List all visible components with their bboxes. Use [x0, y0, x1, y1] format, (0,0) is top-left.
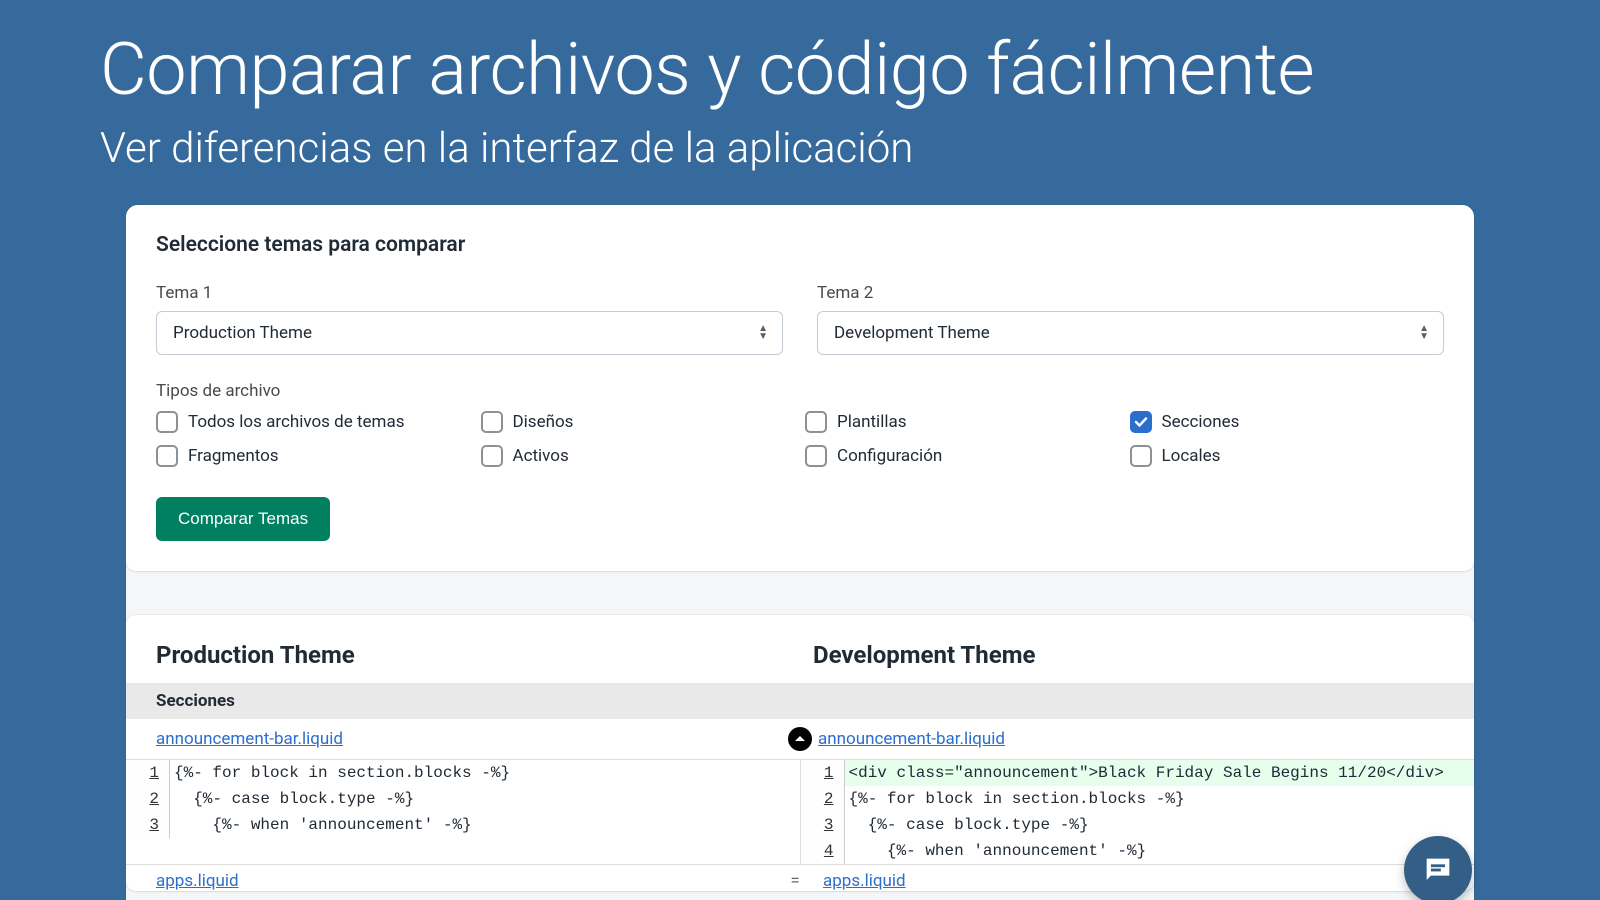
chat-fab-button[interactable]	[1404, 836, 1472, 900]
diff-left-column: 1{%- for block in section.blocks -%}2 {%…	[126, 760, 801, 864]
theme2-select[interactable]: Development Theme ▲▼	[817, 311, 1444, 355]
line-number: 2	[126, 786, 170, 812]
app-frame: Seleccione temas para comparar Tema 1 Pr…	[126, 205, 1474, 900]
code-text: {%- for block in section.blocks -%}	[170, 760, 800, 786]
checkbox-box	[805, 411, 827, 433]
diff-view: 1{%- for block in section.blocks -%}2 {%…	[126, 759, 1474, 865]
checkbox-label: Fragmentos	[188, 446, 279, 466]
line-number: 3	[801, 812, 845, 838]
checkbox-box	[1130, 445, 1152, 467]
theme2-value: Development Theme	[834, 323, 990, 343]
line-number: 4	[801, 838, 845, 864]
code-line: 2{%- for block in section.blocks -%}	[801, 786, 1475, 812]
code-line: 3 {%- case block.type -%}	[801, 812, 1475, 838]
results-section-bar: Secciones	[126, 683, 1474, 719]
chat-icon	[1421, 853, 1455, 887]
checkbox-box	[481, 411, 503, 433]
filetype-checkbox[interactable]: Todos los archivos de temas	[156, 411, 471, 433]
results-left-title: Production Theme	[156, 641, 787, 669]
checkbox-box	[156, 411, 178, 433]
results-card: Production Theme Development Theme Secci…	[126, 615, 1474, 891]
next-file-row: apps.liquid = apps.liquid	[126, 865, 1474, 891]
compare-button[interactable]: Comparar Temas	[156, 497, 330, 541]
code-text: {%- case block.type -%}	[845, 812, 1475, 838]
checkbox-box	[805, 445, 827, 467]
file-link-left-next[interactable]: apps.liquid	[156, 871, 239, 891]
selector-heading: Seleccione temas para comparar	[156, 233, 1444, 257]
checkbox-box	[481, 445, 503, 467]
code-text: {%- when 'announcement' -%}	[845, 838, 1475, 864]
diff-right-column: 1<div class="announcement">Black Friday …	[801, 760, 1475, 864]
code-text: {%- when 'announcement' -%}	[170, 812, 800, 838]
line-number: 1	[801, 760, 845, 786]
line-number: 2	[801, 786, 845, 812]
filetype-checkbox[interactable]: Secciones	[1130, 411, 1445, 433]
checkbox-label: Secciones	[1162, 412, 1240, 432]
theme1-label: Tema 1	[156, 283, 783, 303]
code-line: 3 {%- when 'announcement' -%}	[126, 812, 800, 838]
line-number: 1	[126, 760, 170, 786]
filetype-checkbox[interactable]: Plantillas	[805, 411, 1120, 433]
code-line: 4 {%- when 'announcement' -%}	[801, 838, 1475, 864]
theme2-label: Tema 2	[817, 283, 1444, 303]
checkbox-label: Activos	[513, 446, 569, 466]
filetype-checkbox[interactable]: Configuración	[805, 445, 1120, 467]
file-row: announcement-bar.liquid announcement-bar…	[126, 719, 1474, 759]
code-text: <div class="announcement">Black Friday S…	[845, 760, 1475, 786]
code-line: 1{%- for block in section.blocks -%}	[126, 760, 800, 786]
select-caret-icon: ▲▼	[1419, 326, 1429, 340]
file-link-right[interactable]: announcement-bar.liquid	[818, 729, 1005, 749]
check-icon	[1134, 415, 1148, 429]
theme1-select[interactable]: Production Theme ▲▼	[156, 311, 783, 355]
file-link-left[interactable]: announcement-bar.liquid	[156, 729, 343, 749]
checkbox-label: Plantillas	[837, 412, 906, 432]
filetype-checkbox-grid: Todos los archivos de temas Diseños Planti…	[156, 411, 1444, 467]
collapse-button[interactable]	[788, 727, 812, 751]
theme-selector-card: Seleccione temas para comparar Tema 1 Pr…	[126, 205, 1474, 571]
checkbox-label: Diseños	[513, 412, 574, 432]
checkbox-label: Todos los archivos de temas	[188, 412, 404, 432]
checkbox-label: Configuración	[837, 446, 942, 466]
hero-title: Comparar archivos y código fácilmente	[0, 0, 1600, 108]
checkbox-box	[1130, 411, 1152, 433]
filetype-checkbox[interactable]: Fragmentos	[156, 445, 471, 467]
filetypes-label: Tipos de archivo	[156, 381, 1444, 401]
code-line: 1<div class="announcement">Black Friday …	[801, 760, 1475, 786]
file-link-right-next[interactable]: apps.liquid	[823, 871, 906, 891]
code-text: {%- case block.type -%}	[170, 786, 800, 812]
hero-subtitle: Ver diferencias en la interfaz de la apl…	[0, 108, 1600, 205]
filetype-checkbox[interactable]: Activos	[481, 445, 796, 467]
code-text: {%- for block in section.blocks -%}	[845, 786, 1475, 812]
line-number: 3	[126, 812, 170, 838]
select-caret-icon: ▲▼	[758, 326, 768, 340]
theme1-value: Production Theme	[173, 323, 312, 343]
chevron-up-icon	[794, 733, 806, 745]
checkbox-box	[156, 445, 178, 467]
code-line: 2 {%- case block.type -%}	[126, 786, 800, 812]
filetype-checkbox[interactable]: Locales	[1130, 445, 1445, 467]
filetype-checkbox[interactable]: Diseños	[481, 411, 796, 433]
equal-icon: =	[777, 871, 813, 891]
results-right-title: Development Theme	[787, 641, 1444, 669]
checkbox-label: Locales	[1162, 446, 1221, 466]
